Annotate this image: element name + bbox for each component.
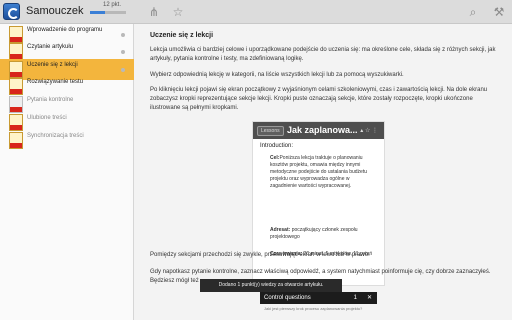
paragraph: Lekcja umożliwia ci bardziej celowe i up… <box>150 47 496 62</box>
lesson-thumbnail <box>9 132 23 149</box>
top-bar: Samouczek 12 pkt. ⋔ ☆ ⌕ ⚒ <box>0 0 512 24</box>
card-audience: Adresat: początkujący członek zespołu pr… <box>270 227 375 241</box>
paragraph: Pomiędzy sekcjami przechodzi się zwykle,… <box>150 252 370 258</box>
content-pane: Uczenie się z lekcji Lekcja umożliwia ci… <box>134 24 512 320</box>
lesson-thumbnail <box>9 78 23 95</box>
card-back-button: Lessons <box>257 126 284 136</box>
app-logo-icon[interactable] <box>3 3 20 20</box>
card-menu-icon: ▴ ☆ ⋮ <box>360 128 378 134</box>
paragraph: Wybierz odpowiednią lekcję w kategorii, … <box>150 72 404 78</box>
app-title: Samouczek <box>26 5 84 17</box>
sidebar-item-label: Pytania kontrolne <box>27 97 74 103</box>
question-count-badge: 1 <box>353 295 357 301</box>
close-icon[interactable]: ✕ <box>367 292 372 304</box>
lesson-thumbnail <box>9 43 23 60</box>
sidebar-item-label: Czytanie artykułu <box>27 44 74 50</box>
lesson-thumbnail <box>9 114 23 131</box>
points-progress-fill <box>90 11 106 14</box>
card-goal: Cel:Poniższa lekcja traktuje o planowani… <box>270 155 375 190</box>
lesson-thumbnail <box>9 96 23 113</box>
progress-dot <box>121 33 125 37</box>
control-questions-button[interactable]: Control questions 1 ✕ <box>260 292 377 304</box>
progress-dot <box>121 68 125 72</box>
lesson-preview-card: Lessons Jak zaplanowa... ▴ ☆ ⋮ Introduct… <box>252 121 385 286</box>
card-audience-label: Adresat: <box>270 227 291 233</box>
star-icon[interactable]: ☆ <box>171 5 185 19</box>
card-goal-text: Poniższa lekcja traktuje o planowaniu ko… <box>270 155 368 189</box>
points-progress-bar <box>90 11 126 14</box>
content-title: Uczenie się z lekcji <box>150 32 214 39</box>
sidebar-item-sync[interactable]: Synchronizacja treści <box>0 130 134 151</box>
sidebar-item-label: Rozwiązywanie testu <box>27 79 84 85</box>
card-title: Jak zaplanowa... <box>287 125 358 135</box>
card-intro: Introduction: <box>260 143 294 149</box>
share-icon[interactable]: ⋔ <box>147 5 161 19</box>
question-hint: Jaki jest pierwszy krok procesu zaplanow… <box>264 306 363 311</box>
lesson-sidebar: Wprowadzenie do programu Czytanie artyku… <box>0 24 134 320</box>
sidebar-item-label: Wprowadzenie do programu <box>27 27 103 33</box>
sidebar-item-label: Uczenie się z lekcji <box>27 62 78 68</box>
sidebar-item-label: Ulubione treści <box>27 115 67 121</box>
paragraph: Po kliknięciu lekcji pojawi się ekran po… <box>150 87 488 111</box>
toast-notification: Dodano 1 punkt(y) wiedzy za otwarcie art… <box>200 279 342 292</box>
points-label: 12 pkt. <box>103 2 122 8</box>
card-header: Lessons Jak zaplanowa... ▴ ☆ ⋮ <box>253 122 384 139</box>
control-questions-label: Control questions <box>264 295 311 301</box>
sidebar-item-label: Synchronizacja treści <box>27 133 84 139</box>
wrench-icon[interactable]: ⚒ <box>492 5 506 19</box>
progress-dot <box>121 50 125 54</box>
search-icon[interactable]: ⌕ <box>466 5 480 19</box>
